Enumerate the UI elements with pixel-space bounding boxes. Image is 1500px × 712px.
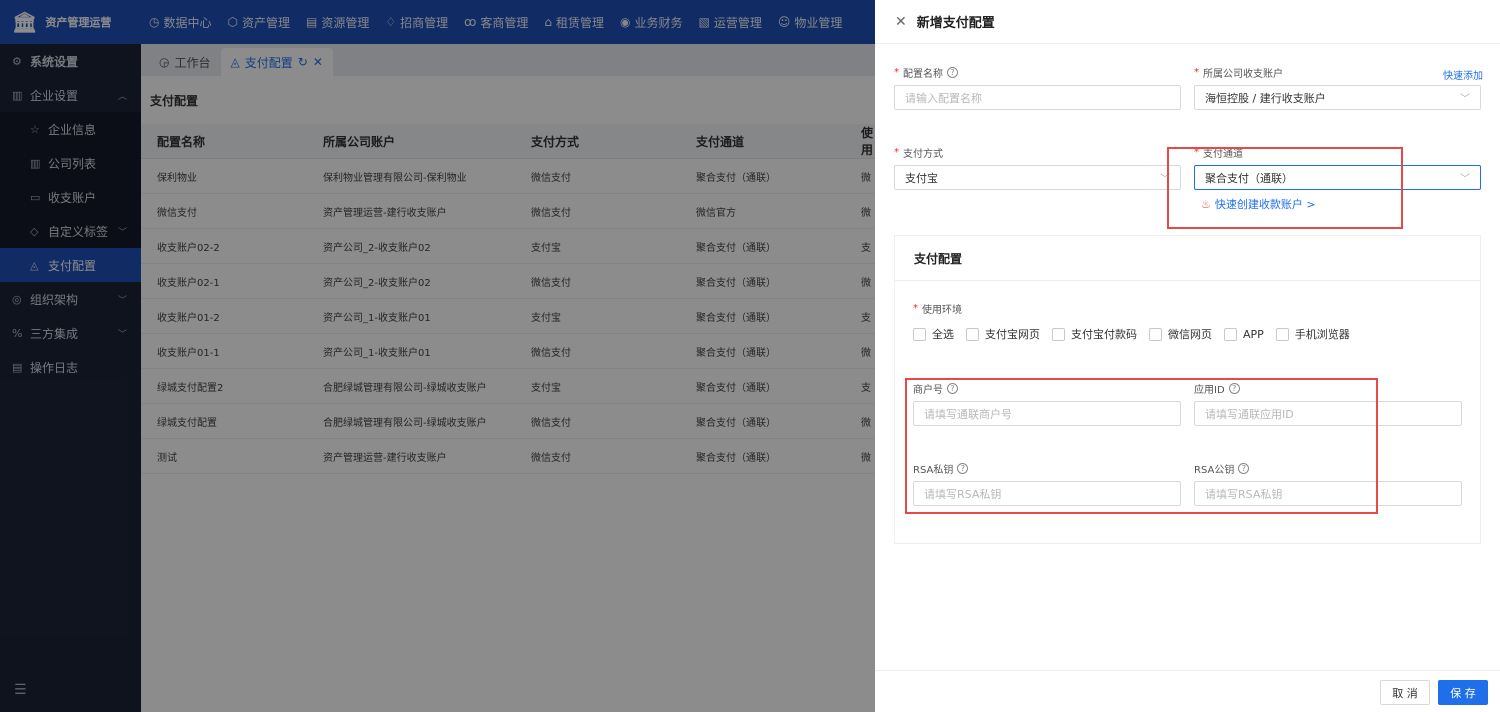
pay-method-select[interactable]: 支付宝 ﹀ — [894, 165, 1181, 190]
section-title: 支付配置 — [895, 236, 1480, 281]
config-name-input[interactable]: 请输入配置名称 — [894, 85, 1181, 110]
checkbox-app[interactable]: APP — [1224, 327, 1264, 341]
checkbox-mobile-browser[interactable]: 手机浏览器 — [1275, 326, 1350, 342]
config-name-label: * 配置名称? — [894, 65, 958, 80]
highlight-box-credentials — [905, 378, 1378, 514]
save-button[interactable]: 保 存 — [1438, 680, 1488, 705]
checkbox-alipay-web[interactable]: 支付宝网页 — [966, 326, 1040, 342]
cancel-button[interactable]: 取 消 — [1380, 680, 1430, 705]
chevron-down-icon: ﹀ — [1460, 174, 1470, 185]
checkbox-select-all[interactable]: 全选 — [913, 326, 954, 342]
env-label: * 使用环境 — [913, 303, 962, 316]
env-checkbox-group: 全选 支付宝网页 支付宝付款码 微信网页 APP 手机浏览器 — [913, 326, 1362, 342]
checkbox-alipay-code[interactable]: 支付宝付款码 — [1052, 326, 1137, 342]
company-account-select[interactable]: 海恒控股 / 建行收支账户 ﹀ — [1194, 85, 1481, 110]
company-account-label: * 所属公司收支账户 — [1194, 67, 1283, 80]
checkbox-wechat-web[interactable]: 微信网页 — [1149, 326, 1212, 342]
highlight-box-channel — [1167, 147, 1403, 229]
quick-add-link[interactable]: 快速添加 — [1443, 67, 1483, 82]
close-icon[interactable]: ✕ — [895, 14, 907, 30]
help-icon[interactable]: ? — [947, 67, 958, 78]
pay-method-label: * 支付方式 — [894, 147, 943, 160]
drawer-header: ✕ 新增支付配置 — [875, 0, 1500, 44]
modal-mask[interactable] — [0, 0, 875, 712]
chevron-down-icon: ﹀ — [1460, 94, 1470, 105]
drawer-title: 新增支付配置 — [916, 16, 995, 31]
